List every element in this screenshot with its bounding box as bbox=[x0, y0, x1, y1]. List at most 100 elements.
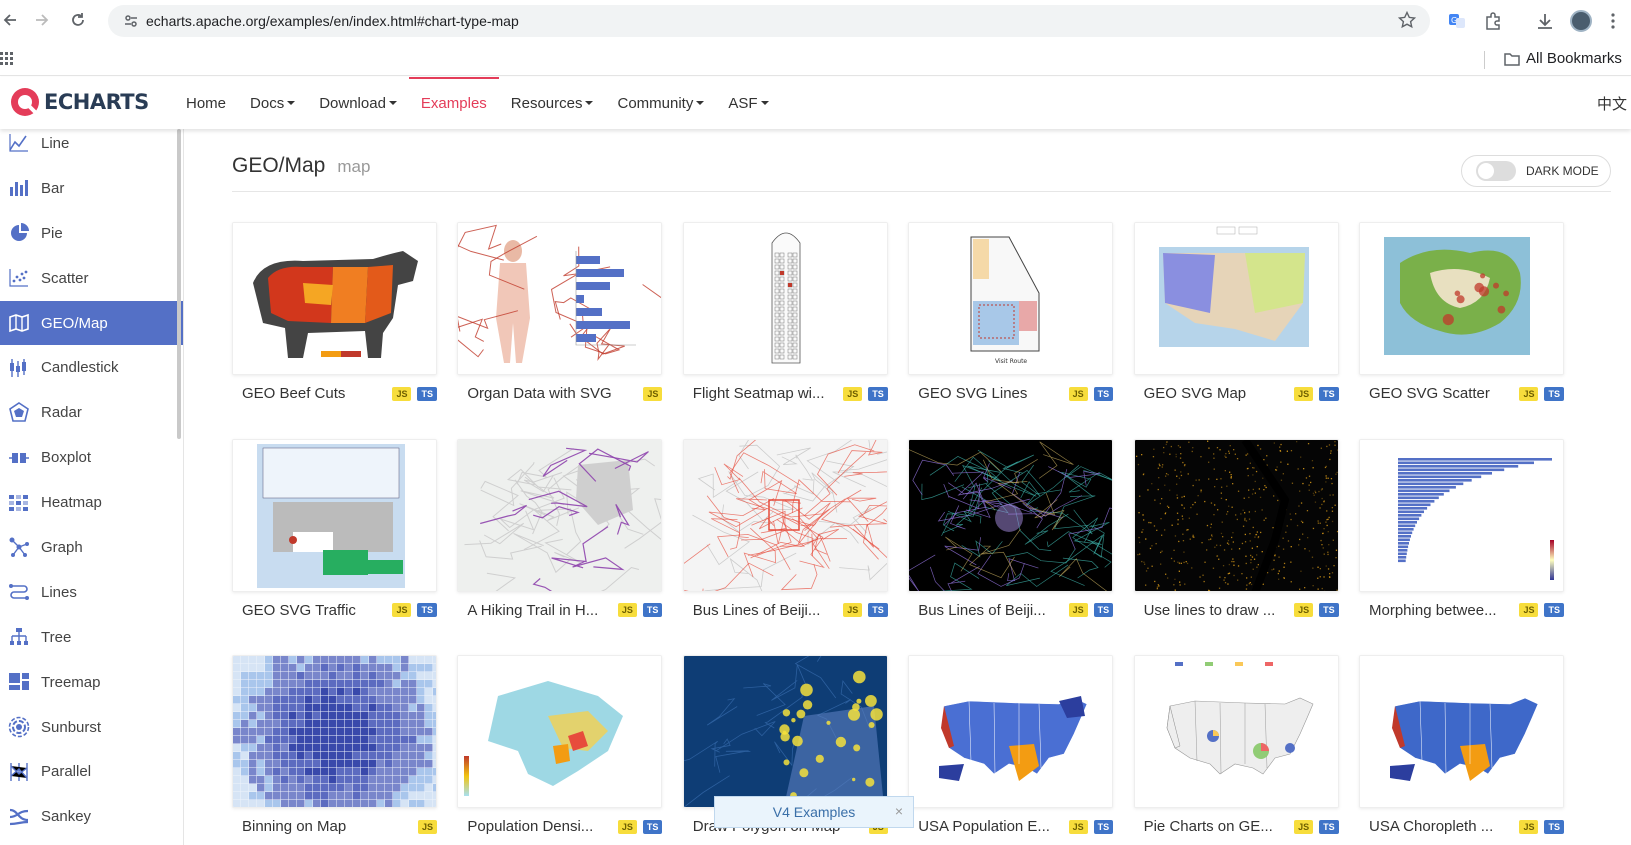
example-card[interactable]: Use lines to draw ... JS TS bbox=[1133, 438, 1339, 629]
js-badge[interactable]: JS bbox=[1294, 603, 1314, 617]
example-title[interactable]: Use lines to draw ... bbox=[1144, 602, 1288, 619]
ts-badge[interactable]: TS bbox=[642, 603, 663, 617]
forward-icon[interactable] bbox=[28, 6, 56, 34]
ts-badge[interactable]: TS bbox=[417, 603, 437, 617]
sidebar-item-parallel[interactable]: Parallel bbox=[0, 749, 183, 794]
example-thumbnail[interactable] bbox=[1359, 655, 1564, 808]
ts-badge[interactable]: TS bbox=[1319, 819, 1339, 834]
example-thumbnail[interactable] bbox=[457, 222, 663, 375]
js-badge[interactable]: JS bbox=[1519, 386, 1539, 401]
example-card[interactable]: GEO SVG Map JS TS bbox=[1133, 222, 1339, 412]
example-thumbnail[interactable] bbox=[1359, 438, 1564, 592]
ts-badge[interactable]: TS bbox=[1093, 819, 1114, 834]
js-badge[interactable]: JS bbox=[843, 386, 863, 401]
nav-item-download[interactable]: Download bbox=[307, 77, 409, 129]
example-card[interactable]: Visit Route GEO SVG Lines JS TS bbox=[908, 222, 1114, 412]
example-title[interactable]: Flight Seatmap wi... bbox=[693, 385, 837, 402]
example-title[interactable]: Organ Data with SVG bbox=[467, 385, 637, 402]
example-card[interactable]: Bus Lines of Beiji... JS TS bbox=[682, 438, 888, 629]
js-badge[interactable]: JS bbox=[643, 386, 663, 401]
example-title[interactable]: GEO SVG Scatter bbox=[1369, 385, 1513, 402]
example-thumbnail[interactable] bbox=[908, 655, 1114, 808]
example-card[interactable]: Flight Seatmap wi... JS TS bbox=[682, 222, 888, 412]
example-title[interactable]: Binning on Map bbox=[242, 818, 412, 835]
js-badge[interactable]: JS bbox=[843, 603, 863, 617]
language-switch[interactable]: 中文 bbox=[1597, 93, 1627, 114]
js-badge[interactable]: JS bbox=[1519, 603, 1539, 617]
example-card[interactable]: Population Densi... JS TS bbox=[457, 655, 663, 845]
example-thumbnail[interactable] bbox=[682, 655, 888, 808]
ts-badge[interactable]: TS bbox=[1544, 603, 1564, 617]
example-title[interactable]: Bus Lines of Beiji... bbox=[693, 602, 837, 619]
example-thumbnail[interactable] bbox=[682, 438, 888, 592]
more-menu-icon[interactable] bbox=[1600, 8, 1626, 34]
ts-badge[interactable]: TS bbox=[868, 603, 888, 617]
ts-badge[interactable]: TS bbox=[1544, 386, 1564, 401]
example-card[interactable]: USA Population E... JS TS bbox=[908, 655, 1114, 845]
nav-item-home[interactable]: Home bbox=[174, 77, 238, 129]
nav-item-resources[interactable]: Resources bbox=[499, 77, 606, 129]
example-thumbnail[interactable] bbox=[682, 222, 888, 375]
example-thumbnail[interactable] bbox=[457, 438, 663, 592]
example-card[interactable]: Pie Charts on GE... JS TS bbox=[1133, 655, 1339, 845]
js-badge[interactable]: JS bbox=[1068, 603, 1088, 617]
ts-badge[interactable]: TS bbox=[1093, 386, 1114, 401]
sidebar-item-sankey[interactable]: Sankey bbox=[0, 794, 183, 839]
js-badge[interactable]: JS bbox=[1519, 819, 1539, 834]
example-title[interactable]: A Hiking Trail in H... bbox=[467, 602, 611, 619]
js-badge[interactable]: JS bbox=[1294, 386, 1314, 401]
example-card[interactable]: Binning on Map JS bbox=[232, 655, 437, 845]
apps-grid-icon[interactable] bbox=[0, 52, 14, 71]
example-card[interactable]: Bus Lines of Beiji... JS TS bbox=[908, 438, 1114, 629]
sidebar-item-pie[interactable]: Pie bbox=[0, 211, 183, 256]
translate-icon[interactable]: G bbox=[1444, 8, 1470, 34]
js-badge[interactable]: JS bbox=[417, 819, 437, 834]
example-thumbnail[interactable] bbox=[457, 655, 663, 808]
bookmark-star-icon[interactable] bbox=[1397, 10, 1417, 34]
example-card[interactable]: Morphing betwee... JS TS bbox=[1359, 438, 1564, 629]
example-thumbnail[interactable] bbox=[232, 655, 437, 808]
js-badge[interactable]: JS bbox=[1068, 386, 1088, 401]
nav-item-community[interactable]: Community bbox=[605, 77, 716, 129]
example-title[interactable]: GEO SVG Map bbox=[1144, 385, 1288, 402]
reload-icon[interactable] bbox=[64, 6, 92, 34]
example-title[interactable]: Population Densi... bbox=[467, 818, 611, 835]
nav-item-docs[interactable]: Docs bbox=[238, 77, 307, 129]
example-title[interactable]: USA Choropleth ... bbox=[1369, 818, 1513, 835]
js-badge[interactable]: JS bbox=[1068, 819, 1088, 834]
sidebar-item-radar[interactable]: Radar bbox=[0, 390, 183, 435]
back-icon[interactable] bbox=[0, 6, 24, 34]
site-settings-icon[interactable] bbox=[116, 13, 146, 29]
echarts-logo[interactable]: ECHARTS bbox=[10, 87, 149, 117]
sidebar-item-lines[interactable]: Lines bbox=[0, 570, 183, 615]
example-card[interactable]: USA Choropleth ... JS TS bbox=[1359, 655, 1564, 845]
js-badge[interactable]: JS bbox=[1294, 819, 1314, 834]
ts-badge[interactable]: TS bbox=[642, 819, 663, 834]
sidebar-item-bar[interactable]: Bar bbox=[0, 166, 183, 211]
example-card[interactable]: A Hiking Trail in H... JS TS bbox=[457, 438, 663, 629]
sidebar-item-boxplot[interactable]: Boxplot bbox=[0, 435, 183, 480]
example-card[interactable]: GEO SVG Traffic JS TS bbox=[232, 438, 437, 629]
ts-badge[interactable]: TS bbox=[417, 386, 437, 401]
all-bookmarks-button[interactable]: All Bookmarks bbox=[1504, 50, 1622, 67]
sidebar-item-geomap[interactable]: GEO/Map bbox=[0, 300, 183, 346]
v4-examples-banner[interactable]: V4 Examples × bbox=[714, 796, 914, 828]
dark-mode-toggle[interactable]: DARK MODE bbox=[1461, 155, 1611, 187]
example-thumbnail[interactable] bbox=[1359, 222, 1564, 375]
example-title[interactable]: Bus Lines of Beiji... bbox=[918, 602, 1062, 619]
nav-item-asf[interactable]: ASF bbox=[716, 77, 780, 129]
sidebar-scrollbar[interactable] bbox=[177, 129, 181, 439]
example-title[interactable]: Pie Charts on GE... bbox=[1144, 818, 1288, 835]
sidebar-item-scatter[interactable]: Scatter bbox=[0, 256, 183, 301]
example-title[interactable]: GEO SVG Traffic bbox=[242, 602, 386, 619]
example-thumbnail[interactable] bbox=[908, 438, 1114, 592]
sidebar-item-heatmap[interactable]: Heatmap bbox=[0, 480, 183, 525]
example-card[interactable]: GEO Beef Cuts JS TS bbox=[232, 222, 437, 412]
close-icon[interactable]: × bbox=[895, 803, 903, 819]
download-icon[interactable] bbox=[1532, 8, 1558, 34]
sidebar-item-tree[interactable]: Tree bbox=[0, 615, 183, 660]
ts-badge[interactable]: TS bbox=[868, 386, 888, 401]
sidebar-item-line[interactable]: Line bbox=[0, 129, 183, 166]
sidebar-item-graph[interactable]: Graph bbox=[0, 525, 183, 570]
ts-badge[interactable]: TS bbox=[1544, 819, 1564, 834]
